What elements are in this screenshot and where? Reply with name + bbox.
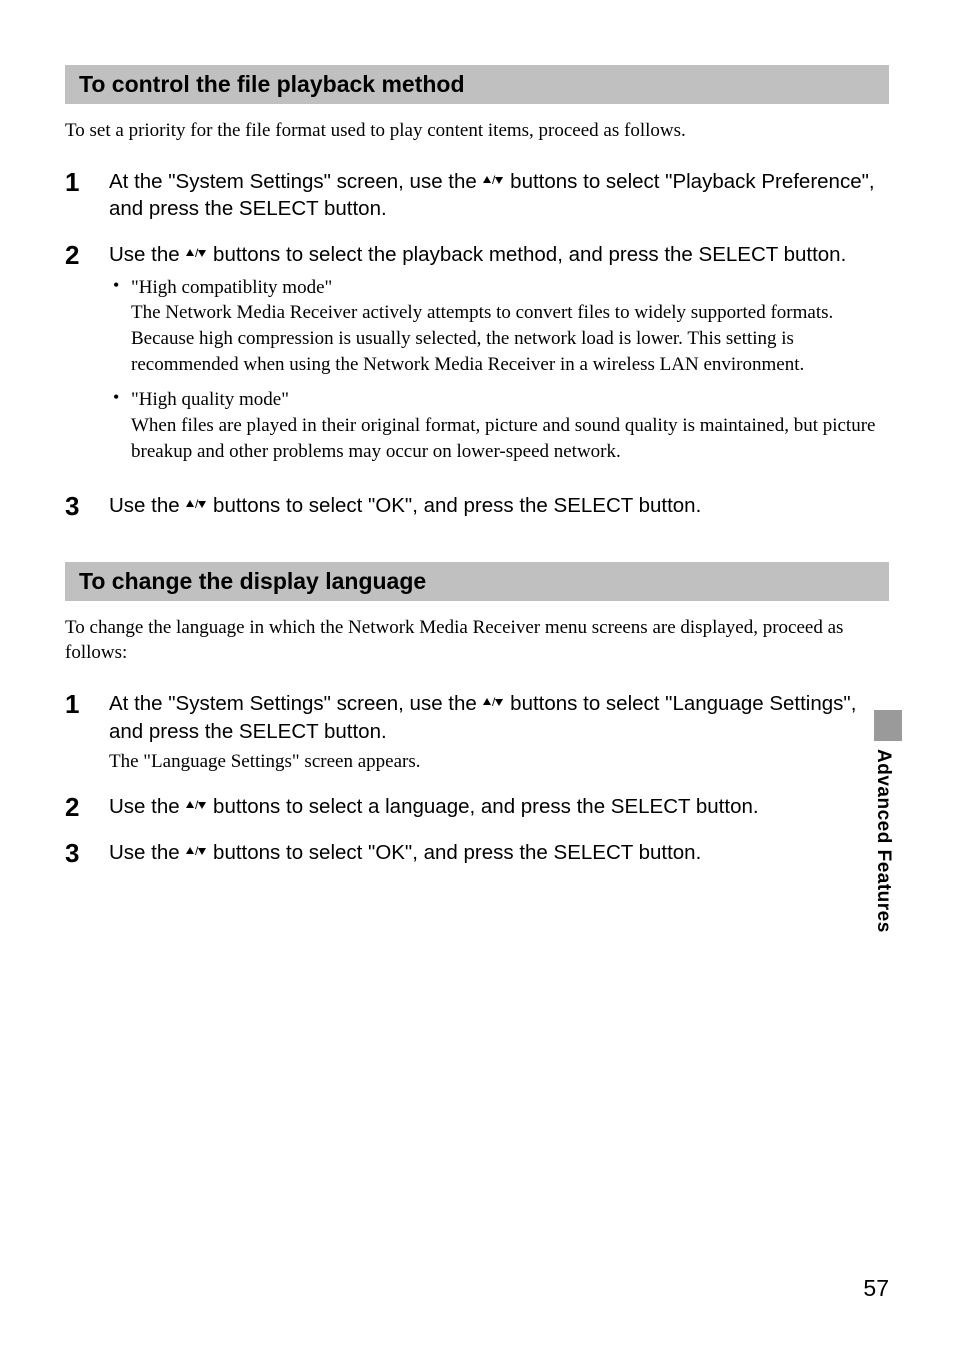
section2-step-2: 2 Use the / buttons to select a language… [65, 793, 889, 821]
up-down-arrow-icon: / [482, 694, 504, 713]
step-number: 1 [65, 690, 109, 775]
bullet-item-high-compat: "High compatiblity mode" The Network Med… [131, 275, 889, 378]
bullet-desc: The Network Media Receiver actively atte… [131, 300, 889, 377]
up-down-arrow-icon: / [185, 797, 207, 816]
step-body: Use the / buttons to select "OK", and pr… [109, 492, 889, 520]
step-main-text: Use the / buttons to select "OK", and pr… [109, 839, 889, 867]
up-down-arrow-icon: / [185, 843, 207, 862]
step-text-b: buttons to select "OK", and press the SE… [207, 494, 701, 517]
section1-step-3: 3 Use the / buttons to select "OK", and … [65, 492, 889, 520]
svg-text:/: / [195, 247, 199, 259]
step-main-text: At the "System Settings" screen, use the… [109, 690, 889, 745]
step-sub-text: The "Language Settings" screen appears. [109, 749, 889, 775]
step-text-a: At the "System Settings" screen, use the [109, 692, 482, 715]
page-number: 57 [863, 1275, 889, 1302]
step-body: Use the / buttons to select "OK", and pr… [109, 839, 889, 867]
up-down-arrow-icon: / [185, 245, 207, 264]
svg-text:/: / [195, 799, 199, 811]
step-text-b: buttons to select a language, and press … [207, 795, 758, 818]
up-down-arrow-icon: / [185, 496, 207, 515]
bullet-title: "High quality mode" [131, 387, 889, 413]
section1-step-1: 1 At the "System Settings" screen, use t… [65, 168, 889, 223]
bullet-item-high-quality: "High quality mode" When files are playe… [131, 387, 889, 464]
bullet-list: "High compatiblity mode" The Network Med… [109, 275, 889, 464]
section-header-playback: To control the file playback method [65, 65, 889, 104]
step-number: 2 [65, 793, 109, 821]
section2-step-1: 1 At the "System Settings" screen, use t… [65, 690, 889, 775]
side-tab-marker [874, 710, 902, 741]
section2-intro: To change the language in which the Netw… [65, 615, 889, 666]
step-body: At the "System Settings" screen, use the… [109, 168, 889, 223]
side-tab: Advanced Features [872, 710, 904, 933]
svg-text:/: / [492, 696, 496, 708]
step-text-b: buttons to select the playback method, a… [207, 243, 846, 266]
section2-step-3: 3 Use the / buttons to select "OK", and … [65, 839, 889, 867]
section1-intro: To set a priority for the file format us… [65, 118, 889, 144]
step-main-text: Use the / buttons to select "OK", and pr… [109, 492, 889, 520]
step-number: 3 [65, 492, 109, 520]
step-main-text: Use the / buttons to select a language, … [109, 793, 889, 821]
step-text-b: buttons to select "OK", and press the SE… [207, 841, 701, 864]
page-content: To control the file playback method To s… [0, 0, 954, 866]
step-number: 3 [65, 839, 109, 867]
step-main-text: Use the / buttons to select the playback… [109, 241, 889, 269]
step-text-a: Use the [109, 795, 185, 818]
step-body: Use the / buttons to select the playback… [109, 241, 889, 474]
section1-step-2: 2 Use the / buttons to select the playba… [65, 241, 889, 474]
svg-text:/: / [492, 174, 496, 186]
step-body: Use the / buttons to select a language, … [109, 793, 889, 821]
bullet-desc: When files are played in their original … [131, 413, 889, 464]
step-number: 2 [65, 241, 109, 474]
step-text-a: Use the [109, 841, 185, 864]
svg-text:/: / [195, 845, 199, 857]
step-text-a: At the "System Settings" screen, use the [109, 170, 482, 193]
svg-text:/: / [195, 498, 199, 510]
section-header-language: To change the display language [65, 562, 889, 601]
step-main-text: At the "System Settings" screen, use the… [109, 168, 889, 223]
step-text-a: Use the [109, 494, 185, 517]
step-body: At the "System Settings" screen, use the… [109, 690, 889, 775]
side-tab-label: Advanced Features [872, 749, 894, 933]
step-number: 1 [65, 168, 109, 223]
step-text-a: Use the [109, 243, 185, 266]
up-down-arrow-icon: / [482, 172, 504, 191]
bullet-title: "High compatiblity mode" [131, 275, 889, 301]
